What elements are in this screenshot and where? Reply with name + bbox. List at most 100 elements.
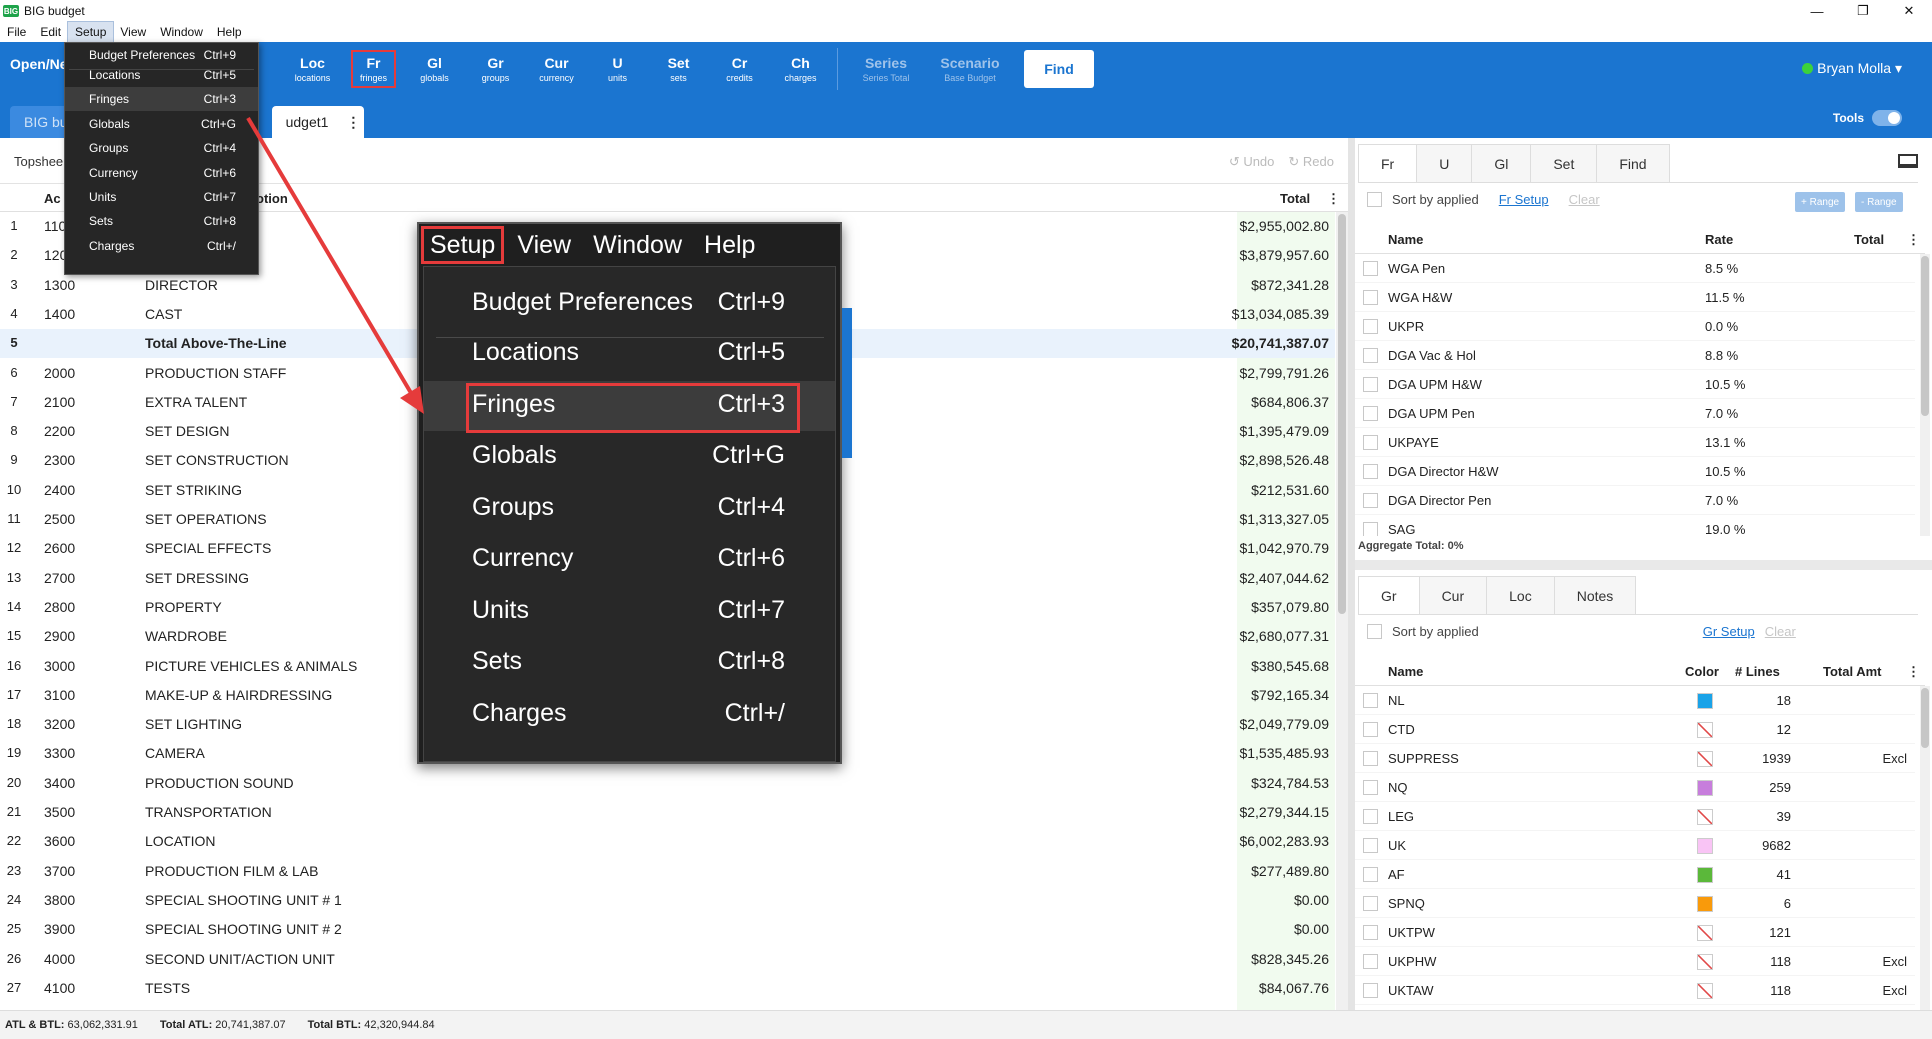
menu-window[interactable]: Window [153, 22, 210, 42]
menu-edit[interactable]: Edit [33, 22, 68, 42]
zoom-menu-item-currency[interactable]: Currency Ctrl+6 [424, 535, 835, 585]
fringe-row[interactable]: UKPAYE 13.1 % [1355, 428, 1915, 457]
toolbar-globals-button[interactable]: Gl globals [404, 42, 465, 96]
zoom-menu-item-budget-preferences[interactable]: Budget Preferences Ctrl+9 [424, 279, 835, 329]
redo-button[interactable]: ↻ Redo [1288, 154, 1334, 170]
tab-menu-icon[interactable]: ⋮ [346, 114, 360, 131]
table-row[interactable]: 23 3700 PRODUCTION FILM & LAB $277,489.80 [0, 857, 1335, 886]
toolbar-groups-button[interactable]: Gr groups [465, 42, 526, 96]
zoom-menu-item-groups[interactable]: Groups Ctrl+4 [424, 484, 835, 534]
zoom-menu-view[interactable]: View [506, 224, 582, 266]
group-color-swatch[interactable] [1697, 751, 1713, 767]
fringe-row-checkbox[interactable] [1363, 522, 1378, 536]
fringe-row-checkbox[interactable] [1363, 493, 1378, 508]
toolbar-sets-button[interactable]: Set sets [648, 42, 709, 96]
table-row[interactable]: 21 3500 TRANSPORTATION $2,279,344.15 [0, 798, 1335, 827]
setup-menu-item-charges[interactable]: Charges Ctrl+/ [65, 234, 258, 258]
topsheet-label[interactable]: Topshee [14, 154, 63, 169]
group-row-checkbox[interactable] [1363, 780, 1378, 795]
zoom-menu-item-units[interactable]: Units Ctrl+7 [424, 587, 835, 637]
panel-layout-icon[interactable] [1898, 154, 1918, 168]
group-row[interactable]: CTD 12 [1355, 715, 1915, 744]
group-color-swatch[interactable] [1697, 809, 1713, 825]
close-icon[interactable]: ✕ [1886, 0, 1932, 22]
group-color-swatch[interactable] [1697, 983, 1713, 999]
toolbar-series-button[interactable]: Series Series Total [844, 42, 928, 96]
group-color-swatch[interactable] [1697, 722, 1713, 738]
group-row[interactable]: UK 9682 [1355, 831, 1915, 860]
fringe-row[interactable]: DGA UPM H&W 10.5 % [1355, 370, 1915, 399]
group-row-checkbox[interactable] [1363, 838, 1378, 853]
gr-clear-link[interactable]: Clear [1765, 624, 1796, 639]
toolbar-charges-button[interactable]: Ch charges [770, 42, 831, 96]
fringe-row-checkbox[interactable] [1363, 435, 1378, 450]
fringe-row-checkbox[interactable] [1363, 348, 1378, 363]
group-row[interactable]: AF 41 [1355, 860, 1915, 889]
group-row[interactable]: UKTPW 121 [1355, 918, 1915, 947]
fringe-header-rate[interactable]: Rate [1705, 232, 1733, 247]
zoom-menu-item-charges[interactable]: Charges Ctrl+/ [424, 690, 835, 740]
group-header-color[interactable]: Color [1685, 664, 1719, 679]
open-new-button[interactable]: Open/Ne [10, 56, 68, 72]
group-row[interactable]: UKTAW 118 Excl [1355, 976, 1915, 1005]
group-header-total-amt[interactable]: Total Amt [1823, 664, 1882, 679]
fringe-row-checkbox[interactable] [1363, 464, 1378, 479]
table-row[interactable]: 25 3900 SPECIAL SHOOTING UNIT # 2 $0.00 [0, 915, 1335, 944]
setup-menu-item-locations[interactable]: Locations Ctrl+5 [65, 63, 258, 87]
undo-button[interactable]: ↺ Undo [1229, 154, 1275, 170]
fringe-row-checkbox[interactable] [1363, 261, 1378, 276]
fringe-row-checkbox[interactable] [1363, 290, 1378, 305]
group-row-checkbox[interactable] [1363, 693, 1378, 708]
setup-menu-item-currency[interactable]: Currency Ctrl+6 [65, 161, 258, 185]
zoom-menu-item-sets[interactable]: Sets Ctrl+8 [424, 638, 835, 688]
group-row-checkbox[interactable] [1363, 722, 1378, 737]
fringe-row[interactable]: WGA Pen 8.5 % [1355, 254, 1915, 283]
add-range-button[interactable]: + Range [1795, 192, 1846, 212]
zoom-menu-setup[interactable]: Setup [419, 224, 506, 266]
scrollbar-thumb[interactable] [1921, 256, 1929, 416]
fringe-row-checkbox[interactable] [1363, 406, 1378, 421]
fringe-scrollbar[interactable] [1920, 254, 1930, 536]
fringe-row[interactable]: DGA Vac & Hol 8.8 % [1355, 341, 1915, 370]
fringe-row[interactable]: UKPR 0.0 % [1355, 312, 1915, 341]
setup-menu-item-globals[interactable]: Globals Ctrl+G [65, 112, 258, 136]
tools-toggle[interactable] [1872, 110, 1902, 126]
pane-splitter[interactable] [1348, 138, 1355, 1010]
menu-help[interactable]: Help [210, 22, 249, 42]
group-color-swatch[interactable] [1697, 896, 1713, 912]
find-button[interactable]: Find [1024, 50, 1094, 88]
group-row-checkbox[interactable] [1363, 867, 1378, 882]
toolbar-fringes-button[interactable]: Fr fringes [343, 42, 404, 96]
table-row[interactable]: 26 4000 SECOND UNIT/ACTION UNIT $828,345.26 [0, 945, 1335, 974]
header-account[interactable]: Ac [44, 191, 61, 206]
toolbar-locations-button[interactable]: Loc locations [282, 42, 343, 96]
group-row[interactable]: SPNQ 6 [1355, 889, 1915, 918]
header-total[interactable]: Total [1280, 191, 1310, 206]
group-row-checkbox[interactable] [1363, 751, 1378, 766]
group-color-swatch[interactable] [1697, 780, 1713, 796]
setup-menu-item-units[interactable]: Units Ctrl+7 [65, 185, 258, 209]
group-row[interactable]: NL 18 [1355, 686, 1915, 715]
scrollbar-thumb[interactable] [1921, 688, 1929, 748]
group-row[interactable]: UKPHW 118 Excl [1355, 947, 1915, 976]
tab-notes[interactable]: Notes [1553, 576, 1637, 614]
table-row[interactable]: 22 3600 LOCATION $6,002,283.93 [0, 827, 1335, 856]
fringe-header-name[interactable]: Name [1388, 232, 1423, 247]
fringe-row-checkbox[interactable] [1363, 319, 1378, 334]
group-row-checkbox[interactable] [1363, 925, 1378, 940]
fringe-header-total[interactable]: Total [1854, 232, 1884, 247]
gr-setup-link[interactable]: Gr Setup [1703, 624, 1755, 639]
menu-file[interactable]: File [0, 22, 33, 42]
menu-setup[interactable]: Setup [67, 21, 115, 43]
group-scrollbar[interactable] [1920, 686, 1930, 1010]
sort-by-applied-checkbox[interactable] [1367, 192, 1382, 207]
grid-scrollbar[interactable] [1336, 212, 1348, 1010]
doc-tab-budget1[interactable]: udget1 ⋮ [271, 106, 364, 138]
fringe-row[interactable]: DGA Director H&W 10.5 % [1355, 457, 1915, 486]
setup-menu-item-groups[interactable]: Groups Ctrl+4 [65, 136, 258, 160]
zoom-menu-window[interactable]: Window [582, 224, 693, 266]
group-header-lines[interactable]: # Lines [1735, 664, 1780, 679]
tab-gr[interactable]: Gr [1358, 576, 1420, 614]
tab-set[interactable]: Set [1530, 144, 1598, 182]
scrollbar-thumb[interactable] [1338, 214, 1346, 614]
